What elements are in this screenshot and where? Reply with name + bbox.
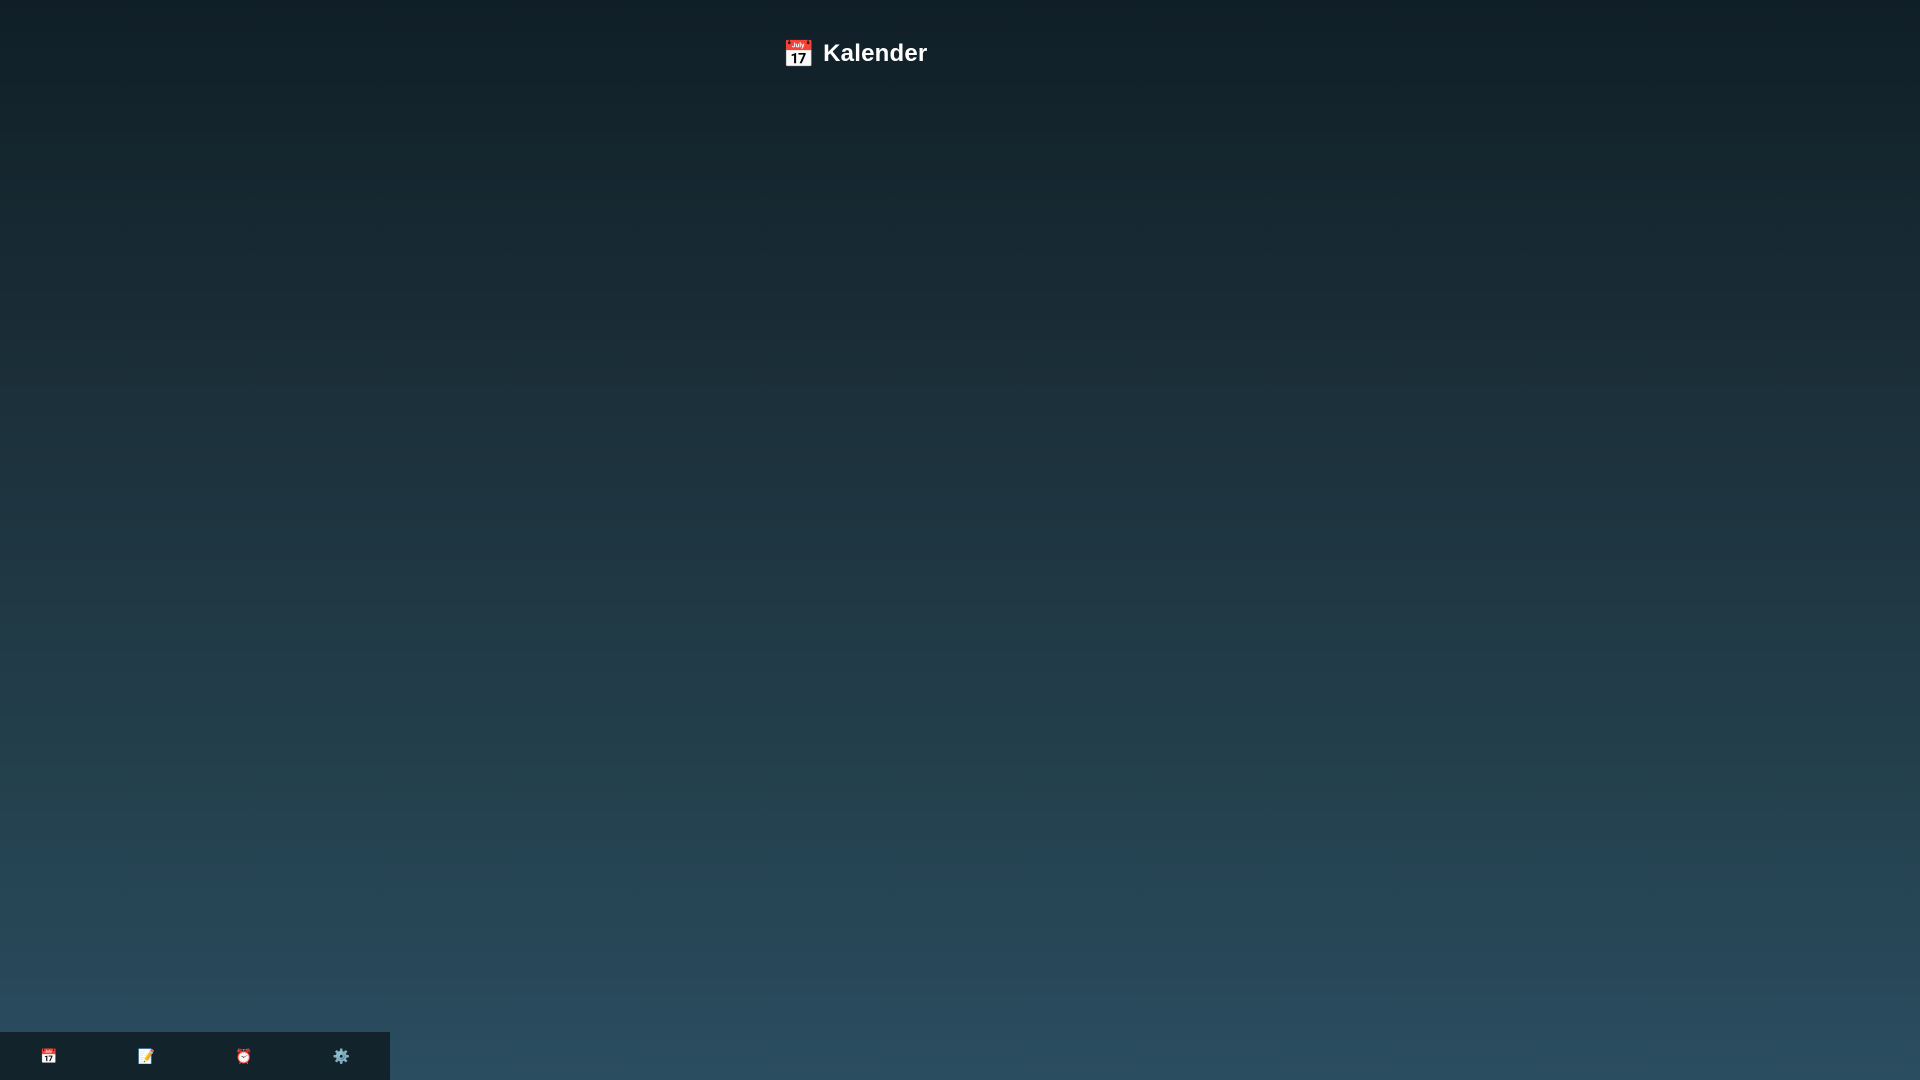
memo-icon: 📝: [137, 1048, 155, 1064]
nav-item-alarm[interactable]: ⏰: [195, 1032, 292, 1080]
gear-icon: ⚙️: [332, 1048, 350, 1064]
page-title: 📅 Kalender: [783, 40, 928, 68]
bottom-nav: 📅 📝 ⏰ ⚙️: [0, 1032, 390, 1080]
page-title-label: Kalender: [823, 40, 928, 67]
nav-item-calendar[interactable]: 📅: [0, 1032, 97, 1080]
calendar-icon: 📅: [40, 1048, 58, 1064]
page-header: 📅 Kalender: [0, 0, 1710, 108]
calendar-icon: 📅: [782, 39, 816, 69]
alarm-clock-icon: ⏰: [235, 1048, 253, 1064]
nav-item-settings[interactable]: ⚙️: [293, 1032, 390, 1080]
nav-item-notes[interactable]: 📝: [98, 1032, 195, 1080]
